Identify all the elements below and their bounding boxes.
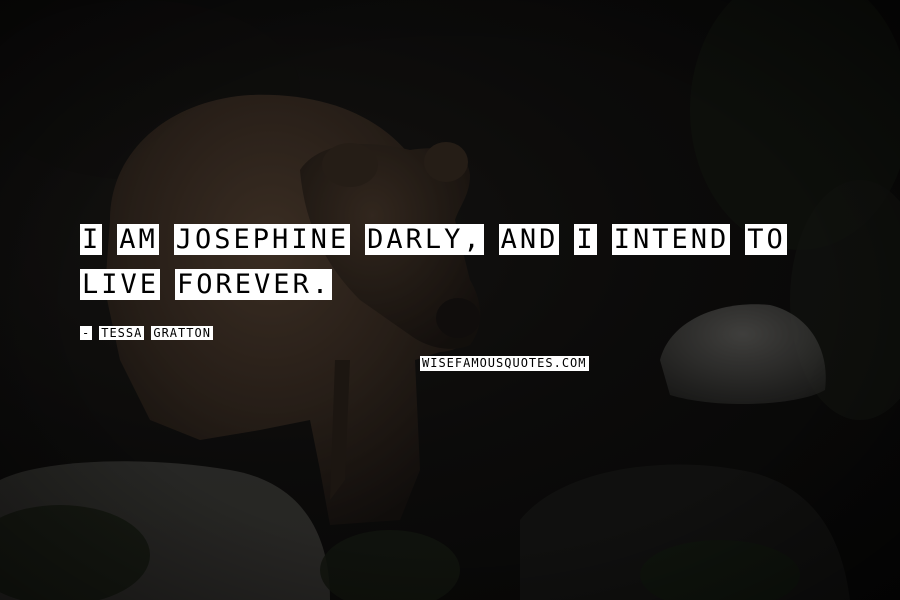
quote-word: DARLY, bbox=[365, 224, 484, 255]
quote-author: - TESSA GRATTON bbox=[80, 326, 213, 340]
bear-photo bbox=[0, 0, 900, 600]
quote-word: TO bbox=[745, 224, 787, 255]
quote-text: I AM JOSEPHINE DARLY, AND I INTEND TO LI… bbox=[80, 224, 840, 300]
quote-word: AND bbox=[498, 224, 560, 255]
author-dash: - bbox=[80, 326, 93, 340]
quote-word: AM bbox=[117, 224, 159, 255]
author-first-name: TESSA bbox=[99, 326, 145, 340]
quote-words: I AM JOSEPHINE DARLY, AND I INTEND TO LI… bbox=[80, 224, 840, 300]
quote-word: JOSEPHINE bbox=[173, 224, 351, 255]
quote-word: I bbox=[574, 224, 597, 255]
quote-word: LIVE bbox=[80, 269, 161, 300]
author-last-name: GRATTON bbox=[151, 326, 213, 340]
quote-image: I AM JOSEPHINE DARLY, AND I INTEND TO LI… bbox=[0, 0, 900, 600]
quote-word: FOREVER. bbox=[175, 269, 333, 300]
quote-word: I bbox=[80, 224, 103, 255]
site-watermark: WISEFAMOUSQUOTES.COM bbox=[420, 356, 589, 371]
quote-word: INTEND bbox=[611, 224, 731, 255]
